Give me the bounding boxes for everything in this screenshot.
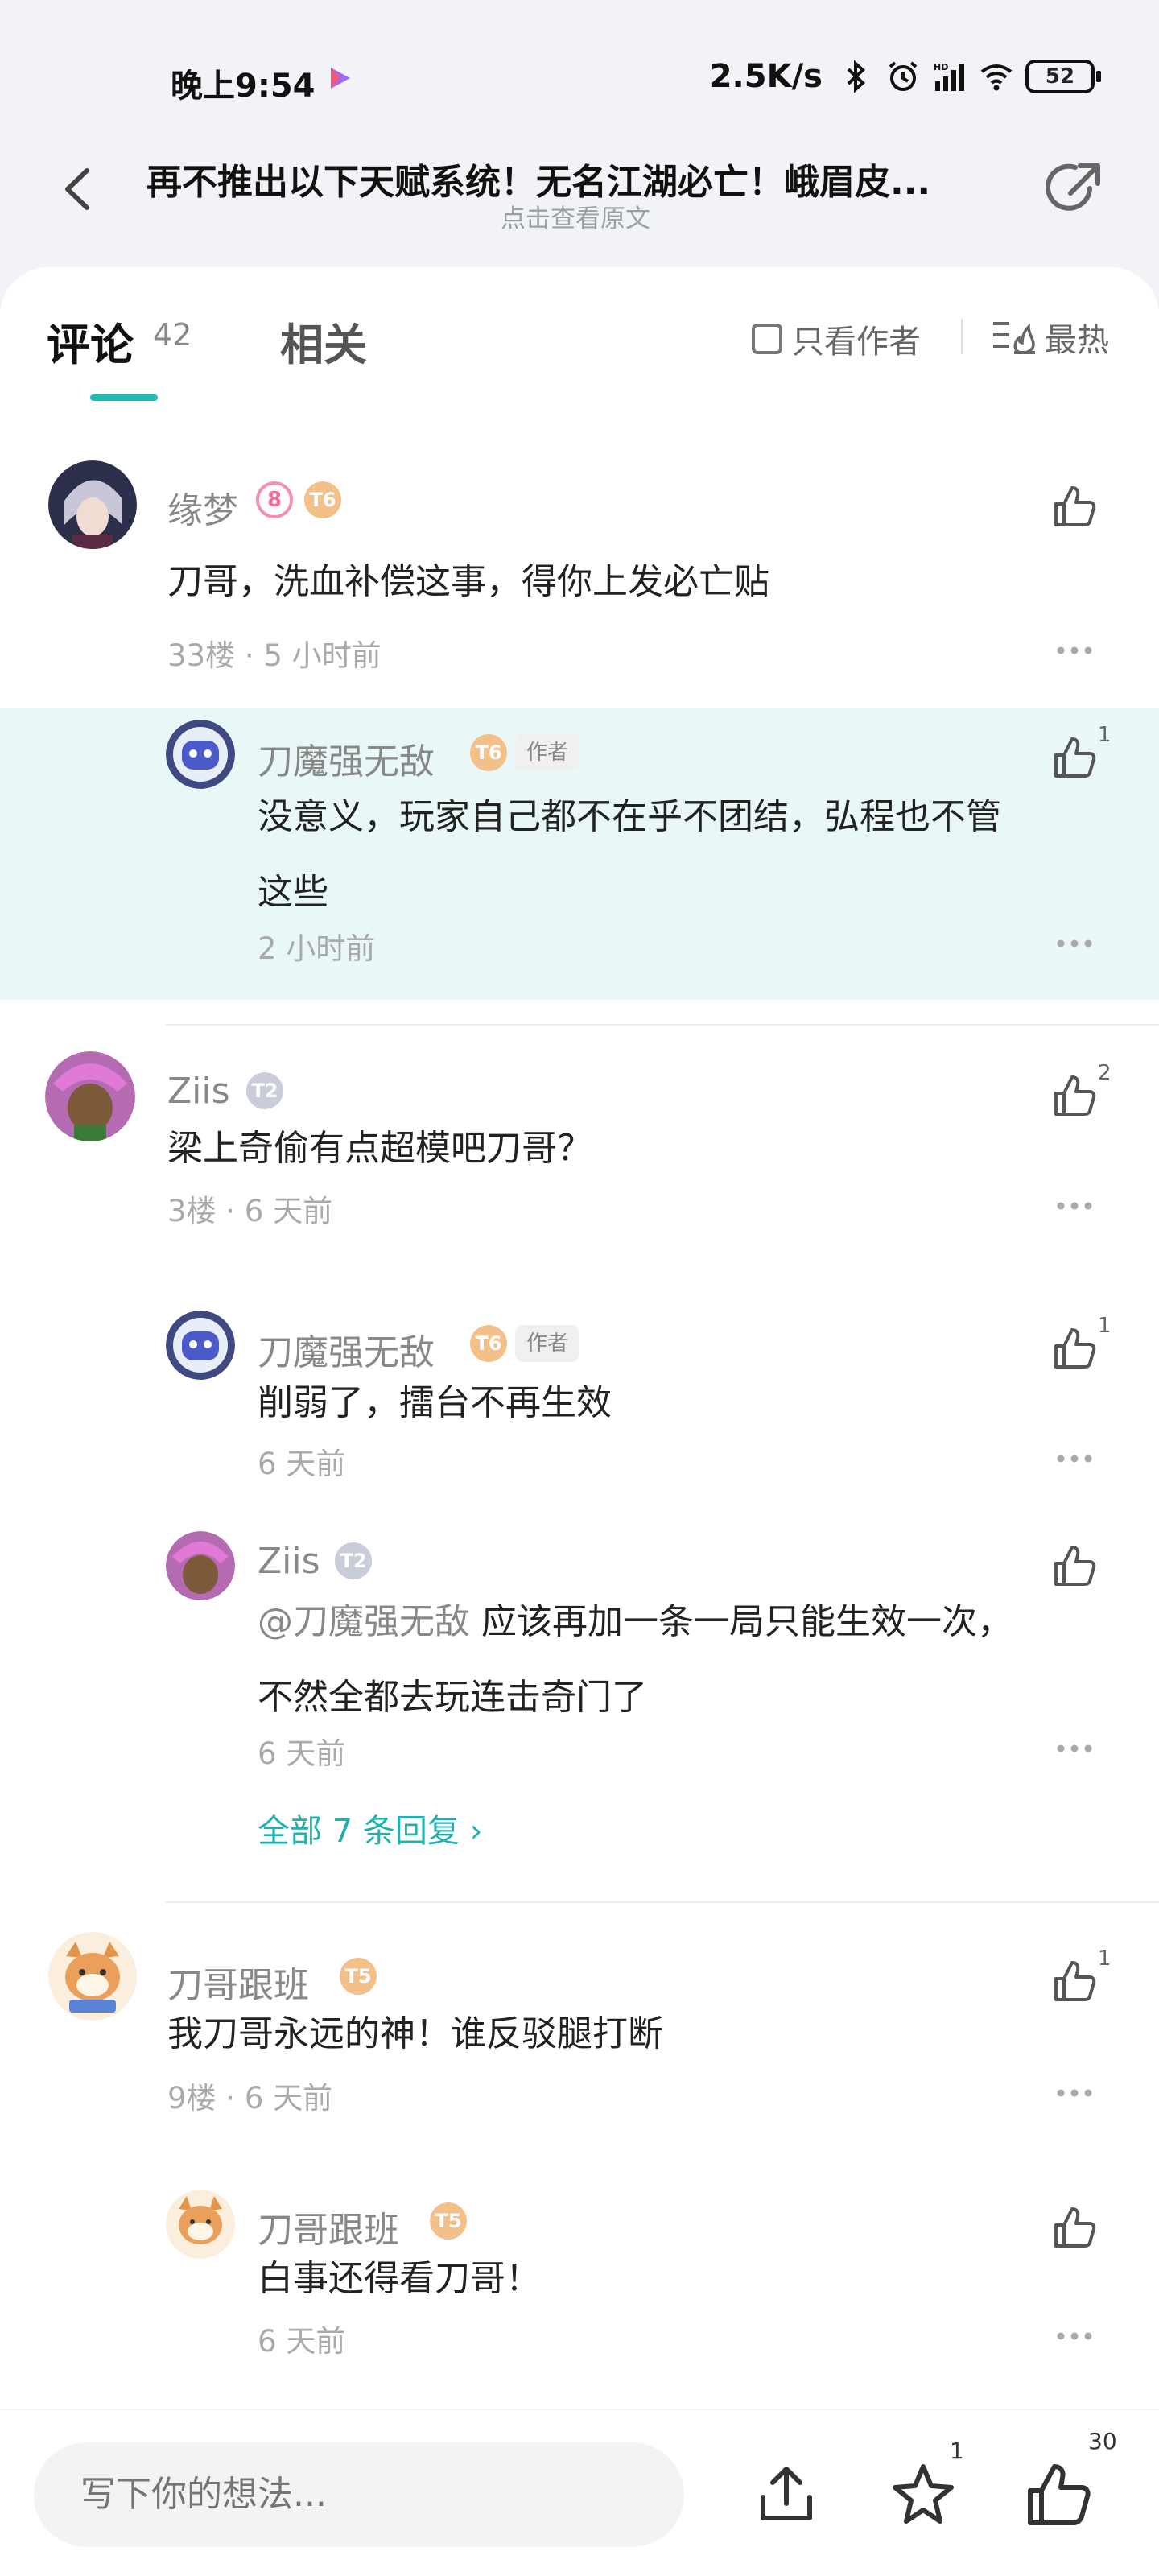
comment-text: 我刀哥永远的神！谁反驳腿打断 xyxy=(167,2013,663,2054)
only-author-toggle[interactable]: 只看作者 xyxy=(752,316,921,362)
author-tag: 作者 xyxy=(515,1325,580,1362)
more-icon[interactable] xyxy=(1056,939,1093,948)
reply-time: 6 天前 xyxy=(258,1736,346,1771)
article-header: 再不推出以下天赋系统！无名江湖必亡！峨眉皮... 点击查看原文 xyxy=(0,145,1159,266)
title-badge: T2 xyxy=(246,1072,283,1109)
reply-text-line-1: 没意义，玩家自己都不在乎不团结，弘程也不管 xyxy=(258,796,1001,837)
reply-text-line-2: 不然全都去玩连击奇门了 xyxy=(258,1677,647,1718)
network-speed: 2.5K/s xyxy=(709,58,823,95)
comment-author-name[interactable]: 缘梦 xyxy=(167,481,238,533)
level-badge-icon: 8 xyxy=(256,481,293,518)
comment-text: 刀哥，洗血补偿这事，得你上发必亡贴 xyxy=(167,561,769,602)
signal-icon: HD xyxy=(934,62,964,91)
title-badge: T5 xyxy=(340,1958,377,1995)
avatar[interactable] xyxy=(166,2190,235,2259)
view-original-link[interactable]: 点击查看原文 xyxy=(0,198,1151,234)
like-icon[interactable] xyxy=(1051,1542,1098,1589)
tab-related[interactable]: 相关 xyxy=(280,309,367,373)
comment-count: 42 xyxy=(153,317,192,353)
like-count: 1 xyxy=(1098,723,1112,747)
avatar[interactable] xyxy=(166,1531,235,1600)
title-badge: T5 xyxy=(430,2202,467,2240)
status-bar: 晚上9:54 2.5K/s HD 52 xyxy=(0,0,1159,153)
comment-author-name[interactable]: Ziis xyxy=(167,1071,230,1112)
like-count: 1 xyxy=(1098,1946,1112,1971)
all-replies-link[interactable]: 全部 7 条回复 › xyxy=(258,1805,483,1852)
avatar[interactable] xyxy=(166,1311,235,1380)
svg-text:HD: HD xyxy=(934,62,948,72)
title-badge: T2 xyxy=(335,1542,372,1579)
like-count: 1 xyxy=(1098,1314,1112,1338)
more-icon[interactable] xyxy=(1056,1744,1093,1753)
reply-text-fragment: 应该再加一条一局只能生效一次， xyxy=(470,1601,1013,1642)
tab-comments[interactable]: 评论 xyxy=(47,309,134,373)
more-icon[interactable] xyxy=(1056,2088,1093,2098)
comment-text: 梁上奇偷有点超模吧刀哥？ xyxy=(167,1128,592,1169)
wifi-icon xyxy=(980,64,1013,91)
title-badge: T6 xyxy=(470,1325,507,1362)
avatar[interactable] xyxy=(45,1051,135,1141)
comment-input[interactable] xyxy=(34,2442,684,2547)
avatar[interactable] xyxy=(166,720,235,789)
battery-indicator: 52 xyxy=(1025,60,1101,93)
active-tab-indicator xyxy=(90,394,158,401)
favorite-count: 1 xyxy=(950,2438,964,2464)
alarm-icon xyxy=(889,61,918,91)
more-icon[interactable] xyxy=(1056,1454,1093,1463)
title-badge: T6 xyxy=(470,734,507,771)
like-icon[interactable] xyxy=(1051,734,1098,781)
reply-time: 6 天前 xyxy=(258,2324,346,2359)
divider xyxy=(166,1901,1159,1903)
reply-text: 白事还得看刀哥！ xyxy=(258,2258,541,2299)
status-time: 晚上9:54 xyxy=(171,68,316,105)
more-icon[interactable] xyxy=(1056,1201,1093,1211)
play-store-icon xyxy=(331,68,350,89)
like-icon[interactable] xyxy=(1051,1325,1098,1372)
comment-meta: 9楼 · 6 天前 xyxy=(167,2081,333,2116)
more-icon[interactable] xyxy=(1056,646,1093,655)
checkbox-icon[interactable] xyxy=(752,324,782,354)
only-author-label: 只看作者 xyxy=(792,324,921,361)
title-badge: T6 xyxy=(304,481,341,518)
divider xyxy=(166,1024,1159,1026)
sort-label: 最热 xyxy=(1045,322,1109,359)
article-title[interactable]: 再不推出以下天赋系统！无名江湖必亡！峨眉皮... xyxy=(146,153,1000,204)
bluetooth-icon xyxy=(847,60,865,93)
reply-text-line-1: @刀魔强无敌 应该再加一条一局只能生效一次， xyxy=(258,1584,1013,1660)
reply-time: 2 小时前 xyxy=(258,931,376,966)
avatar[interactable] xyxy=(48,1932,137,2021)
favorite-star-icon[interactable] xyxy=(889,2460,958,2529)
share-upload-icon[interactable] xyxy=(752,2460,821,2529)
bottom-action-bar: 1 30 xyxy=(0,2409,1159,2576)
reply-author-name[interactable]: Ziis xyxy=(258,1541,320,1582)
tab-bar: 评论 42 相关 只看作者 最热 xyxy=(0,267,1159,404)
comment-meta: 3楼 · 6 天前 xyxy=(167,1194,333,1228)
comments-panel: 评论 42 相关 只看作者 最热 缘梦 8 T6 刀哥，洗血补偿这事，得你上发必… xyxy=(0,267,1159,2409)
sort-icon xyxy=(993,322,1035,354)
like-count: 2 xyxy=(1098,1061,1112,1085)
sort-button[interactable]: 最热 xyxy=(992,314,1109,361)
comment-meta: 33楼 · 5 小时前 xyxy=(167,638,382,673)
reply-text: 削弱了，擂台不再生效 xyxy=(258,1382,612,1423)
more-icon[interactable] xyxy=(1056,2331,1093,2341)
like-icon[interactable] xyxy=(1051,1958,1098,2004)
like-icon[interactable] xyxy=(1051,1072,1098,1119)
mention-link[interactable]: @刀魔强无敌 xyxy=(258,1601,470,1642)
like-icon[interactable] xyxy=(1051,2204,1098,2251)
share-icon[interactable] xyxy=(1043,156,1107,221)
like-count: 30 xyxy=(1088,2428,1117,2454)
reply-author-name[interactable]: 刀魔强无敌 xyxy=(258,733,435,784)
avatar[interactable] xyxy=(48,460,137,549)
like-icon[interactable] xyxy=(1051,483,1098,530)
reply-time: 6 天前 xyxy=(258,1447,346,1481)
like-icon[interactable] xyxy=(1024,2460,1093,2529)
reply-text-line-2: 这些 xyxy=(258,872,328,913)
divider xyxy=(961,319,963,354)
author-tag: 作者 xyxy=(515,734,580,771)
